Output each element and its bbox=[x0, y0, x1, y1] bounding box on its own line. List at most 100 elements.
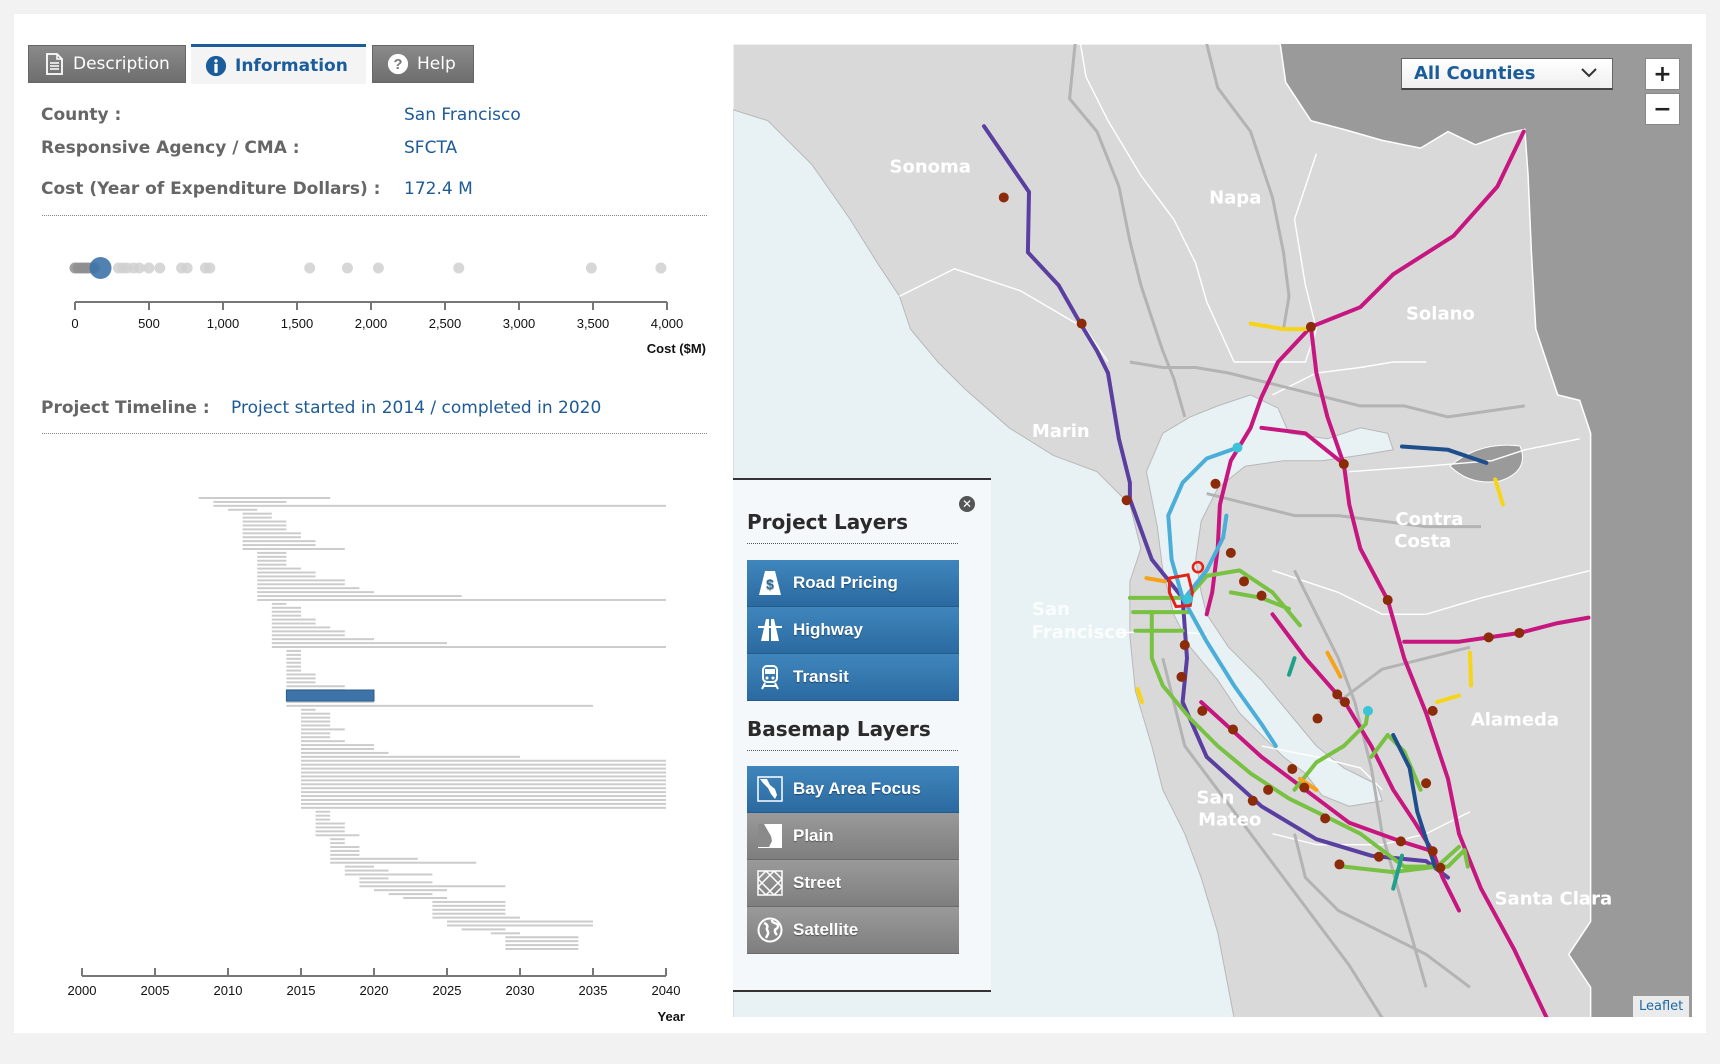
timeline-bar bbox=[242, 524, 287, 527]
county-select[interactable]: All Counties bbox=[1401, 58, 1613, 90]
project-point bbox=[1332, 689, 1343, 700]
timeline-bar bbox=[242, 512, 272, 515]
timeline-bar bbox=[271, 622, 316, 625]
layer-highway-button[interactable]: Highway bbox=[747, 607, 959, 654]
timeline-bar bbox=[301, 795, 666, 798]
timeline-bar bbox=[301, 740, 345, 743]
timeline-bar bbox=[257, 579, 345, 582]
x-tick-label: 2020 bbox=[360, 983, 389, 998]
timeline-bar bbox=[330, 838, 345, 841]
county-label: Marin bbox=[1032, 421, 1090, 442]
timeline-bar bbox=[228, 508, 258, 511]
project-point bbox=[1382, 595, 1393, 606]
timeline-bar bbox=[330, 853, 360, 856]
timeline-bar bbox=[271, 610, 301, 613]
svg-text:$: $ bbox=[766, 576, 774, 592]
close-icon[interactable]: ✕ bbox=[959, 496, 975, 512]
project-point bbox=[1299, 782, 1310, 793]
timeline-bar bbox=[242, 516, 272, 519]
project-point bbox=[1334, 859, 1345, 870]
layer-road-pricing-button[interactable]: $ Road Pricing bbox=[747, 560, 959, 607]
timeline-bar bbox=[315, 810, 331, 813]
timeline-bar bbox=[301, 728, 345, 731]
timeline-bar bbox=[242, 547, 345, 550]
timeline-bar bbox=[286, 657, 301, 660]
transit-point bbox=[1183, 593, 1194, 604]
basemap-street-button[interactable]: Street bbox=[747, 860, 959, 907]
timeline-bar bbox=[301, 747, 374, 750]
basemap-layers-title: Basemap Layers bbox=[747, 717, 931, 741]
county-label: Mateo bbox=[1198, 809, 1261, 830]
zoom-out-button[interactable]: − bbox=[1645, 93, 1680, 125]
timeline-bar bbox=[315, 826, 345, 829]
road-pricing-icon: $ bbox=[757, 570, 783, 596]
zoom-in-button[interactable]: + bbox=[1645, 58, 1680, 90]
transit-point bbox=[1232, 442, 1243, 453]
project-point bbox=[1225, 547, 1236, 558]
timeline-bar bbox=[301, 779, 666, 782]
timeline-bar bbox=[447, 920, 593, 923]
timeline-bar bbox=[301, 791, 666, 794]
timeline-bar bbox=[432, 904, 506, 907]
layer-label: Street bbox=[793, 873, 842, 892]
timeline-bar bbox=[242, 532, 301, 535]
divider bbox=[747, 750, 958, 751]
timeline-bar bbox=[505, 948, 579, 950]
x-tick-label: 2030 bbox=[506, 983, 535, 998]
project-timeline-chart: 2000 2005 2010 2015 2020 2025 2030 2035 2040 Year bbox=[68, 497, 685, 1024]
timeline-bar bbox=[286, 704, 593, 707]
layer-transit-button[interactable]: Transit bbox=[747, 654, 959, 701]
timeline-bar bbox=[301, 716, 331, 719]
timeline-bar bbox=[330, 857, 418, 860]
timeline-bar bbox=[257, 551, 287, 554]
globe-icon bbox=[757, 917, 783, 943]
timeline-bar bbox=[301, 732, 331, 735]
county-label: Solano bbox=[1406, 304, 1475, 325]
timeline-bar bbox=[490, 932, 520, 935]
timeline-bar bbox=[505, 936, 579, 939]
timeline-bar bbox=[213, 500, 287, 503]
timeline-bar bbox=[257, 563, 287, 566]
layer-label: Satellite bbox=[793, 920, 859, 939]
layer-label: Transit bbox=[793, 667, 849, 686]
layer-label: Road Pricing bbox=[793, 573, 898, 592]
timeline-bar bbox=[432, 912, 506, 915]
timeline-bar bbox=[257, 598, 666, 601]
basemap-satellite-button[interactable]: Satellite bbox=[747, 907, 959, 954]
project-point bbox=[1179, 640, 1190, 651]
timeline-bar bbox=[271, 614, 301, 617]
county-label: Napa bbox=[1209, 187, 1261, 208]
timeline-bar bbox=[301, 763, 666, 766]
project-point bbox=[1247, 795, 1258, 806]
county-label: Contra bbox=[1395, 509, 1463, 530]
timeline-bar bbox=[301, 775, 666, 778]
timeline-bar bbox=[301, 708, 316, 711]
leaflet-attribution-link[interactable]: Leaflet bbox=[1633, 996, 1690, 1017]
timeline-bar bbox=[257, 595, 462, 598]
project-point bbox=[1287, 763, 1298, 774]
basemap-plain-button[interactable]: Plain bbox=[747, 813, 959, 860]
timeline-bar bbox=[271, 602, 287, 605]
timeline-bar bbox=[271, 626, 331, 629]
timeline-bar bbox=[286, 665, 301, 668]
timeline-bar bbox=[403, 897, 447, 900]
layer-legend-panel: ✕ Project Layers $ Road Pricing Highway … bbox=[733, 478, 991, 992]
project-point bbox=[1339, 697, 1350, 708]
project-point bbox=[1373, 851, 1384, 862]
timeline-bar bbox=[315, 830, 345, 833]
basemap-bay-area-focus-button[interactable]: Bay Area Focus bbox=[747, 766, 959, 813]
timeline-bar bbox=[286, 653, 301, 656]
project-point bbox=[998, 192, 1009, 203]
project-point bbox=[1427, 705, 1438, 716]
timeline-bar bbox=[242, 520, 287, 523]
project-point bbox=[1210, 478, 1221, 489]
timeline-bar bbox=[257, 559, 287, 562]
street-grid-icon bbox=[757, 870, 783, 896]
timeline-bar bbox=[198, 497, 331, 499]
timeline-bar bbox=[301, 736, 331, 739]
timeline-bar bbox=[286, 661, 301, 664]
timeline-bar bbox=[286, 681, 316, 684]
project-point bbox=[1514, 627, 1525, 638]
timeline-bar bbox=[330, 846, 360, 849]
timeline-bar bbox=[505, 940, 579, 943]
